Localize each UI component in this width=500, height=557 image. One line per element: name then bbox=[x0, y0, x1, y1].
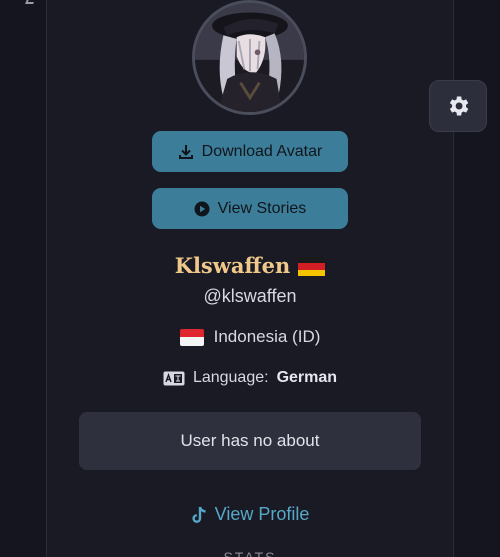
view-stories-button[interactable]: View Stories bbox=[152, 188, 348, 229]
view-stories-label: View Stories bbox=[217, 199, 307, 217]
download-avatar-button[interactable]: Download Avatar bbox=[152, 131, 348, 172]
display-name: Klswaffen bbox=[0, 253, 500, 278]
view-profile-label: View Profile bbox=[214, 504, 310, 524]
corner-mark bbox=[25, 0, 37, 4]
profile-page: Download Avatar View Stories Klswaffen @… bbox=[0, 0, 500, 557]
avatar[interactable] bbox=[192, 0, 307, 115]
language-card-icon bbox=[163, 371, 185, 386]
display-name-text: Klswaffen bbox=[174, 253, 291, 278]
germany-flag-icon bbox=[298, 256, 326, 277]
indonesia-flag-icon bbox=[179, 328, 204, 346]
settings-button[interactable] bbox=[429, 80, 487, 132]
download-avatar-label: Download Avatar bbox=[201, 142, 323, 160]
view-profile-link[interactable]: View Profile bbox=[0, 504, 500, 525]
tiktok-icon bbox=[191, 505, 209, 525]
language-label: Language: bbox=[192, 369, 269, 386]
language-value: German bbox=[276, 369, 338, 386]
country-text: Indonesia (ID) bbox=[213, 327, 321, 346]
stats-heading: STATS bbox=[223, 549, 277, 557]
username-handle: @klswaffen bbox=[203, 286, 297, 306]
download-icon bbox=[178, 144, 194, 160]
play-circle-icon bbox=[194, 201, 210, 217]
about-text: User has no about bbox=[180, 431, 320, 450]
about-box: User has no about bbox=[79, 412, 421, 470]
avatar-image bbox=[195, 3, 304, 112]
gear-icon bbox=[449, 96, 469, 116]
country-row: Indonesia (ID) bbox=[0, 327, 500, 347]
language-row: Language: German bbox=[0, 369, 500, 387]
